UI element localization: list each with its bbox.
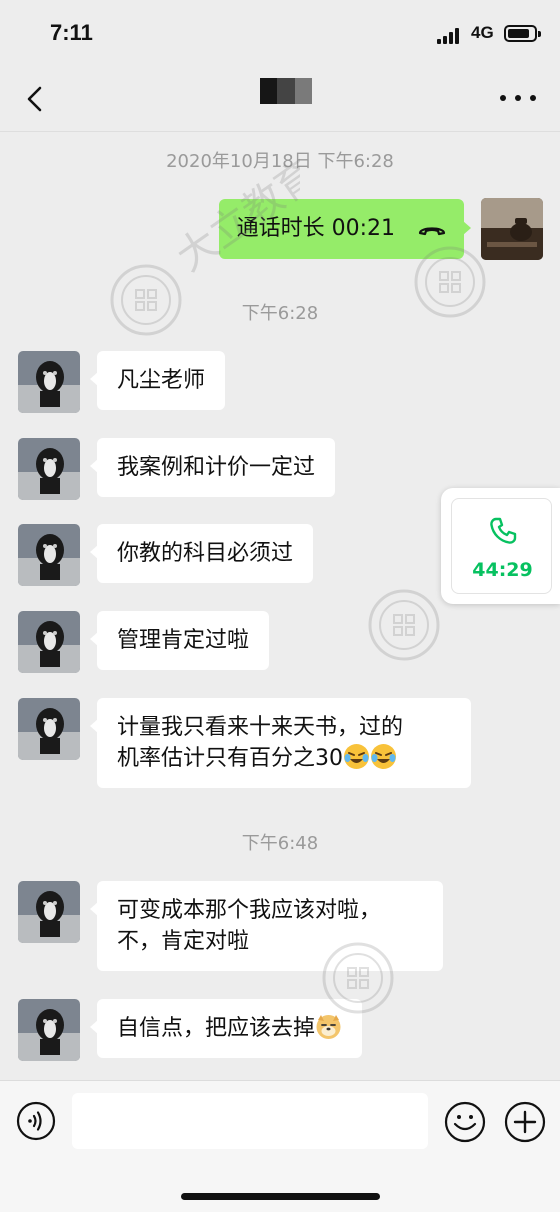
status-time: 7:11 <box>50 20 93 45</box>
message-bubble[interactable]: 凡尘老师 <box>89 351 226 410</box>
message-bubble[interactable]: 计量我只看来十来天书，过的 机率估计只有百分之30 <box>90 698 471 788</box>
self-avatar[interactable] <box>481 198 543 260</box>
floating-call-window[interactable]: 44:29 <box>441 488 560 604</box>
home-indicator <box>181 1193 380 1200</box>
phone-icon <box>490 517 517 544</box>
crying-laughing-emoji <box>343 743 370 770</box>
contact-avatar[interactable] <box>18 524 80 586</box>
timestamp: 下午6:48 <box>241 833 319 854</box>
message-input[interactable] <box>72 1093 428 1149</box>
call-timer: 44:29 <box>472 559 533 581</box>
doge-emoji <box>315 1013 342 1040</box>
message-text: 凡尘老师 <box>117 368 206 393</box>
call-record-bubble[interactable]: 通话时长 00:21 <box>218 199 472 259</box>
message-bubble[interactable]: 管理肯定过啦 <box>89 611 270 670</box>
timestamp: 下午6:28 <box>241 303 319 324</box>
battery-icon <box>504 25 541 42</box>
chevron-left-icon[interactable] <box>22 84 52 114</box>
more-dots-icon[interactable] <box>500 86 536 110</box>
input-bar <box>0 1080 560 1212</box>
message-text: 可变成本那个我应该对啦， <box>117 898 382 923</box>
voice-icon[interactable] <box>16 1101 56 1141</box>
crying-laughing-emoji <box>370 743 397 770</box>
message-bubble[interactable]: 我案例和计价一定过 <box>89 438 336 497</box>
contact-avatar[interactable] <box>18 438 80 500</box>
message-text: 自信点，把应该去掉 <box>117 1016 316 1041</box>
message-text: 管理肯定过啦 <box>117 628 250 653</box>
hangup-phone-icon <box>418 215 446 246</box>
plus-icon[interactable] <box>504 1101 546 1143</box>
contact-avatar[interactable] <box>18 999 80 1061</box>
contact-avatar[interactable] <box>18 881 80 943</box>
message-bubble[interactable]: 你教的科目必须过 <box>89 524 314 583</box>
chat-messages[interactable]: 2020年10月18日 下午6:28 通话时长 00:21 下午6:28 凡尘老… <box>0 133 560 1080</box>
message-bubble[interactable]: 自信点，把应该去掉 <box>89 999 363 1058</box>
chat-header <box>0 64 560 132</box>
contact-name-redacted <box>260 78 312 104</box>
signal-icon <box>437 28 463 44</box>
message-bubble[interactable]: 可变成本那个我应该对啦， 不，肯定对啦 <box>90 881 443 971</box>
message-text: 计量我只看来十来天书，过的 <box>117 715 404 740</box>
contact-avatar[interactable] <box>18 351 80 413</box>
contact-avatar[interactable] <box>18 698 80 760</box>
timestamp: 2020年10月18日 下午6:28 <box>166 151 394 172</box>
call-duration-text: 通话时长 00:21 <box>236 216 395 241</box>
message-text: 你教的科目必须过 <box>117 541 294 566</box>
message-text: 机率估计只有百分之30 <box>117 746 343 771</box>
message-text: 不，肯定对啦 <box>117 929 250 954</box>
message-text: 我案例和计价一定过 <box>117 455 316 480</box>
contact-avatar[interactable] <box>18 611 80 673</box>
status-bar: 7:11 4G <box>0 0 560 64</box>
network-type: 4G <box>471 23 494 42</box>
smiley-icon[interactable] <box>444 1101 486 1143</box>
